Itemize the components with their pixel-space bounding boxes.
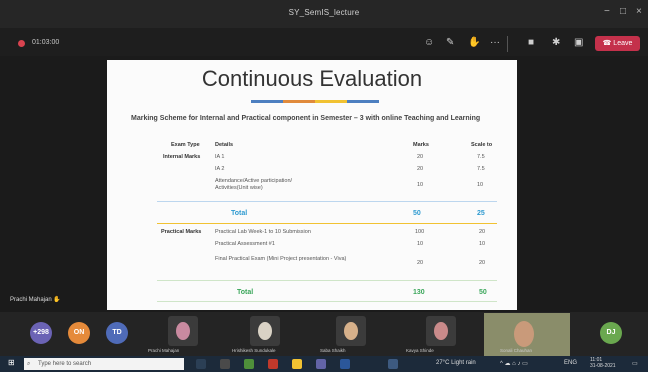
title-bar: SY_SemIS_lecture − □ × [0,0,648,28]
table-cell: 20 [417,154,424,160]
app-icon[interactable] [388,359,398,369]
presenter-name: Prachi Mahajan ✋ [10,297,61,303]
table-cell: 100 [415,229,425,235]
share-icon[interactable]: ▣ [574,37,583,48]
overflow-participants[interactable]: +298 [30,322,52,344]
toolbar-divider [507,36,508,52]
participant-name: Kavya Shinde [406,348,434,353]
explorer-icon[interactable] [220,359,230,369]
reactions-icon[interactable]: ✋ [468,37,480,48]
maximize-button[interactable]: □ [620,6,626,17]
system-tray-icons[interactable]: ^ ☁ ⌂ ♪ ▭ [500,360,528,367]
participant-tile[interactable] [168,316,198,346]
teams-icon[interactable] [316,359,326,369]
table-cell: 10 [417,182,424,188]
meeting-toolbar: 01:03:00 [0,28,648,56]
participant-tile[interactable] [426,316,456,346]
taskbar-search-input[interactable]: ⌕ Type here to search [24,358,184,370]
header-scale: Scale to [471,142,493,148]
people-icon[interactable]: ☺ [424,37,434,48]
slide-subtitle: Marking Scheme for Internal and Practica… [131,115,481,122]
accent-bar [283,100,315,103]
participant-name: Hrishikesh Sundukale [232,348,276,353]
internal-total-label: Total [231,210,248,217]
accent-bar [315,100,347,103]
participant-name: Saba Shaikh [320,348,346,353]
table-cell: Practical Lab Week-1 to 10 Submission [215,229,311,235]
app-icon[interactable] [268,359,278,369]
close-button[interactable]: × [636,6,642,17]
weather-status[interactable]: 27°C Light rain [436,360,476,366]
practical-total-scale: 50 [479,289,487,296]
table-cell: 10 [477,182,484,188]
meeting-timer: 01:03:00 [32,39,60,46]
participant-tile[interactable] [250,316,280,346]
table-cell: 7.5 [477,166,485,172]
participant-name: Sonali Chauhan [500,348,533,353]
avatar[interactable]: DJ [600,322,622,344]
table-cell: 20 [479,260,486,266]
table-cell: 20 [479,229,486,235]
language-indicator[interactable]: ENG [564,360,577,366]
shared-slide: Continuous Evaluation Marking Scheme for… [107,60,517,310]
task-view-icon[interactable] [196,359,206,369]
avatar [176,322,190,340]
camera-icon[interactable]: ■ [528,37,534,48]
table-divider [157,301,497,302]
table-cell: 10 [417,241,424,247]
header-marks: Marks [413,142,429,148]
word-icon[interactable] [340,359,350,369]
avatar [344,322,358,340]
mic-icon[interactable]: ✱ [552,37,560,48]
avatar [514,321,534,347]
avatar [434,322,448,340]
table-cell: IA 1 [215,154,225,160]
table-cell: 20 [417,260,424,266]
table-divider [157,201,497,202]
internal-marks-label: Internal Marks [163,154,201,160]
table-cell: Final Practical Exam (Mini Project prese… [215,256,347,262]
header-details: Details [215,142,234,148]
recording-icon [18,40,25,47]
files-icon[interactable] [292,359,302,369]
more-actions-button[interactable]: ··· [490,37,500,48]
chat-icon[interactable]: ✎ [446,37,454,48]
table-divider [157,280,497,281]
leave-label: Leave [613,40,633,47]
table-cell: Practical Assessment #1 [215,241,275,247]
slide-title: Continuous Evaluation [201,66,423,91]
table-cell: IA 2 [215,166,225,172]
minimize-button[interactable]: − [604,6,610,17]
header-exam-type: Exam Type [171,142,200,148]
practical-total-marks: 130 [413,289,425,296]
internal-total-scale: 25 [477,210,485,217]
leave-button[interactable]: ☎ Leave [595,36,640,51]
practical-marks-label: Practical Marks [161,229,202,235]
search-icon: ⌕ [27,361,31,367]
windows-start-icon[interactable]: ⊞ [8,358,15,367]
clock[interactable]: 11:01 31-08-2021 [590,357,616,369]
table-divider [157,223,497,224]
participant-tile[interactable] [336,316,366,346]
table-cell: 10 [479,241,486,247]
avatar[interactable]: ON [68,322,90,344]
chrome-icon[interactable] [244,359,254,369]
avatar[interactable]: TD [106,322,128,344]
avatar [258,322,272,340]
notifications-icon[interactable]: ▭ [632,360,638,367]
practical-total-label: Total [237,289,254,296]
table-cell: 20 [417,166,424,172]
window-title: SY_SemIS_lecture [288,8,360,17]
table-cell: 7.5 [477,154,485,160]
accent-bar [347,100,379,103]
accent-bar [251,100,283,103]
internal-total-marks: 50 [413,210,421,217]
participant-name: Prachi Mahajan [148,348,180,353]
table-cell: Attendance/Active participation/ Activit… [215,178,293,191]
